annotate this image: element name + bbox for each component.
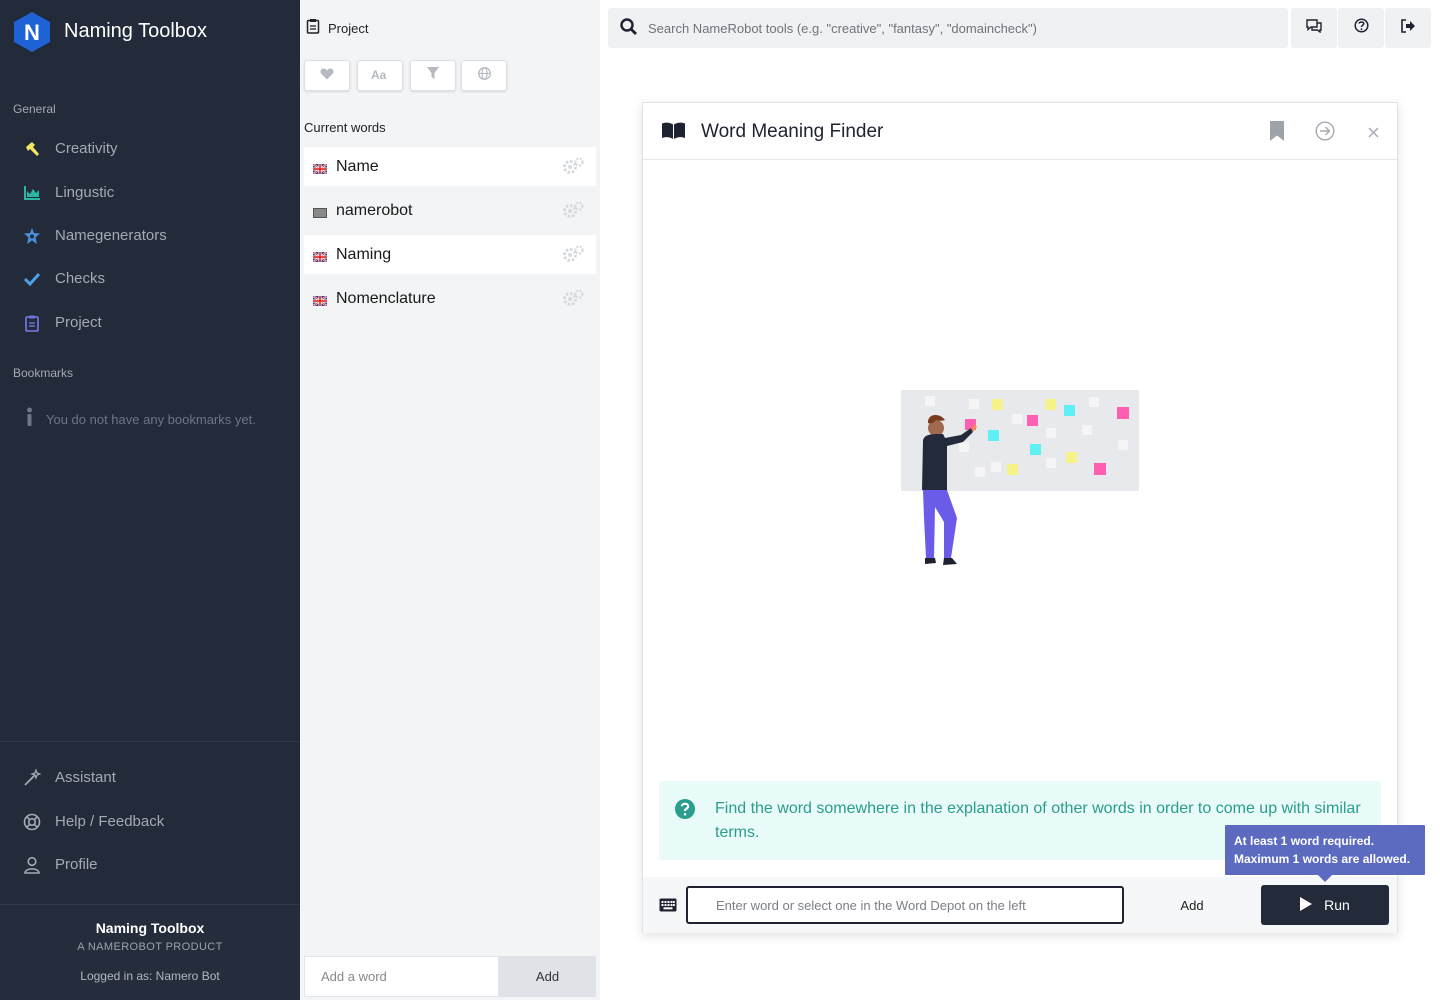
nav-item-help-feedback[interactable]: Help / Feedback (0, 804, 300, 840)
logo-icon[interactable]: N (13, 11, 51, 53)
uk-flag-icon (312, 161, 328, 175)
svg-text:N: N (24, 20, 40, 45)
word-label: Naming (336, 246, 392, 263)
word-label: namerobot (336, 202, 413, 219)
arrow-circle-right-icon[interactable] (1315, 121, 1335, 146)
globe-icon (477, 66, 491, 85)
bookmarks-section-label: Bookmarks (13, 366, 74, 380)
run-requirements-tooltip: At least 1 word required. Maximum 1 word… (1225, 825, 1425, 882)
bookmark-icon[interactable] (1270, 121, 1284, 146)
font-case-filter-button[interactable]: Aa (357, 60, 403, 91)
close-icon[interactable] (1368, 125, 1379, 143)
nav-label: Assistant (55, 769, 116, 786)
check-icon (23, 270, 41, 288)
logout-button[interactable] (1385, 8, 1431, 48)
nav-label: Namegenerators (55, 227, 167, 244)
nav-item-project[interactable]: Project (0, 305, 300, 341)
footer-subtitle: A NAMEROBOT PRODUCT (77, 941, 223, 953)
gears-icon[interactable] (562, 201, 584, 224)
help-circle-icon (1353, 18, 1369, 38)
heart-icon (320, 67, 334, 85)
open-book-icon (662, 122, 685, 144)
tool-header: Word Meaning Finder (643, 103, 1397, 160)
person-at-board-illustration (901, 390, 1141, 575)
uk-flag-icon (312, 249, 328, 263)
add-word-input[interactable] (304, 956, 499, 997)
tool-footer: Add Run (643, 877, 1397, 933)
question-circle-icon (675, 799, 695, 824)
run-button[interactable]: Run (1261, 885, 1389, 925)
footer-title: Naming Toolbox (95, 920, 205, 936)
nav-label: Profile (55, 856, 98, 873)
no-bookmarks-message: You do not have any bookmarks yet. (25, 407, 256, 432)
info-icon (25, 407, 34, 432)
chat-button[interactable] (1291, 8, 1337, 48)
current-words-label: Current words (304, 120, 386, 135)
word-label: Nomenclature (336, 290, 436, 307)
word-input[interactable] (686, 886, 1124, 924)
project-panel: Project Aa Current words Name namerobot … (300, 0, 600, 1000)
nav-item-namegenerators[interactable]: Namegenerators (0, 218, 300, 254)
nav-label: Lingustic (55, 184, 115, 201)
nav-label: Checks (55, 270, 106, 287)
word-row-naming[interactable]: Naming (304, 235, 596, 274)
clipboard-icon (306, 18, 320, 39)
logged-in-user: Logged in as: Namero Bot (80, 969, 220, 983)
filter-button[interactable] (410, 60, 456, 91)
nav-item-checks[interactable]: Checks (0, 261, 300, 297)
language-filter-button[interactable] (461, 60, 507, 91)
gears-icon[interactable] (562, 245, 584, 268)
nav-item-creativity[interactable]: Creativity (0, 131, 300, 167)
favorites-filter-button[interactable] (304, 60, 350, 91)
word-meaning-finder-window: Word Meaning Finder Find the word somewh… (642, 102, 1398, 933)
word-row-name[interactable]: Name (304, 147, 596, 186)
no-bookmarks-text: You do not have any bookmarks yet. (46, 412, 256, 427)
hammer-icon (23, 140, 41, 158)
run-label: Run (1324, 897, 1350, 913)
sidebar-footer: Naming Toolbox A NAMEROBOT PRODUCT Logge… (0, 904, 300, 1000)
tool-search-bar[interactable] (608, 8, 1288, 48)
project-header: Project (306, 18, 368, 39)
add-word-to-tool-button[interactable]: Add (1148, 886, 1236, 924)
general-section-label: General (13, 102, 56, 116)
user-icon (23, 856, 41, 874)
nav-label: Help / Feedback (55, 813, 165, 830)
nav-item-profile[interactable]: Profile (0, 847, 300, 883)
sidebar-divider (0, 741, 300, 742)
clipboard-icon (23, 314, 41, 332)
lifebuoy-icon (23, 813, 41, 831)
search-input[interactable] (648, 8, 1278, 48)
word-row-nomenclature[interactable]: Nomenclature (304, 279, 596, 318)
neutral-flag-icon (313, 205, 327, 218)
help-button[interactable] (1338, 8, 1384, 48)
svg-text:Aa: Aa (371, 68, 387, 80)
nav-item-assistant[interactable]: Assistant (0, 760, 300, 796)
word-row-namerobot[interactable]: namerobot (304, 191, 596, 230)
nav-item-lingustic[interactable]: Lingustic (0, 175, 300, 211)
sidebar: N Naming Toolbox General Creativity Ling… (0, 0, 300, 1000)
font-case-icon: Aa (371, 67, 389, 85)
uk-flag-icon (312, 293, 328, 307)
nav-label: Creativity (55, 140, 118, 157)
add-word-button[interactable]: Add (499, 956, 596, 997)
nav-label: Project (55, 314, 102, 331)
magic-wand-icon (23, 768, 42, 787)
word-label: Name (336, 158, 379, 175)
gears-icon[interactable] (562, 157, 584, 180)
chart-area-icon (23, 184, 41, 202)
keyboard-icon[interactable] (659, 898, 677, 917)
project-title: Project (328, 21, 369, 36)
search-icon (620, 18, 638, 41)
gears-icon[interactable] (562, 289, 584, 312)
tool-title: Word Meaning Finder (701, 121, 884, 142)
chat-icon (1306, 18, 1322, 38)
star-badge-icon (23, 227, 41, 245)
tooltip-line-min: At least 1 word required. (1234, 834, 1375, 848)
app-title: Naming Toolbox (64, 20, 208, 42)
play-icon (1300, 896, 1313, 914)
tooltip-line-max: Maximum 1 words are allowed. (1234, 852, 1411, 866)
filter-icon (427, 66, 439, 85)
logout-icon (1400, 18, 1416, 38)
